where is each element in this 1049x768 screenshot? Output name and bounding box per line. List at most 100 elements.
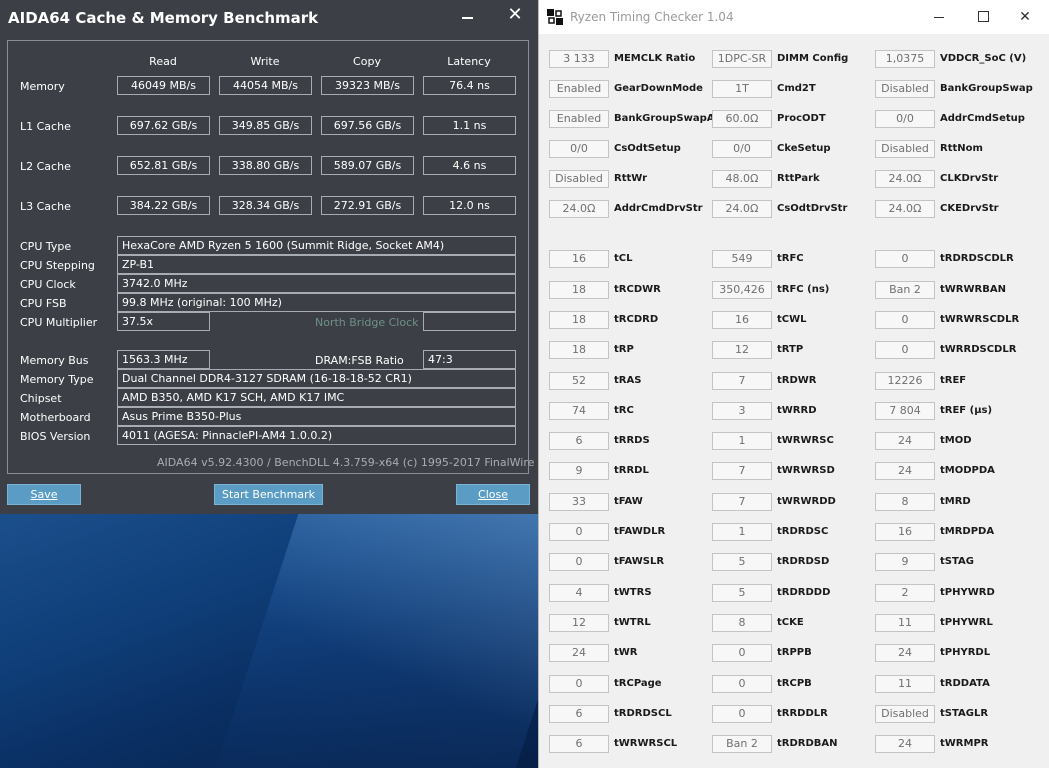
timing-value-twrrd: 3: [712, 402, 772, 420]
timing-value-tras: 52: [549, 372, 609, 390]
timing-label-trrds: tRRDS: [614, 435, 650, 446]
timing-label-trrddlr: tRRDDLR: [777, 708, 828, 719]
memory-read-value: 46049 MB/s: [117, 76, 210, 95]
save-button[interactable]: Save: [7, 484, 81, 505]
timing-label-trdrdscl: tRDRDSCL: [614, 708, 672, 719]
timing-value-tcl: 16: [549, 250, 609, 268]
timing-value-memclk-ratio: 3 133: [549, 50, 609, 68]
timing-label-trp: tRP: [614, 344, 634, 355]
timing-label-tmrd: tMRD: [940, 496, 971, 507]
timing-label-twtrl: tWTRL: [614, 617, 651, 628]
timing-label-twrwrsc: tWRWRSC: [777, 435, 834, 446]
timing-label-trcpb: tRCPB: [777, 678, 812, 689]
timing-value-trdrddd: 5: [712, 584, 772, 602]
timing-value-rttpark: 48.0Ω: [712, 170, 772, 188]
timing-value-tstag: 9: [875, 553, 935, 571]
dram-fsb-ratio-label: DRAM:FSB Ratio: [315, 354, 404, 367]
close-button[interactable]: Close: [456, 484, 530, 505]
timing-label-tphywrl: tPHYWRL: [940, 617, 993, 628]
timing-label-tmod: tMOD: [940, 435, 972, 446]
timing-label-addrcmddrvstr: AddrCmdDrvStr: [614, 203, 703, 214]
desktop-wallpaper: [0, 512, 540, 768]
rtc-maximize-icon[interactable]: [973, 8, 993, 26]
timing-value-trcpage: 0: [549, 675, 609, 693]
timing-label-tstaglr: tSTAGLR: [940, 708, 989, 719]
timing-label-tcwl: tCWL: [777, 314, 807, 325]
timing-value-tphywrd: 2: [875, 584, 935, 602]
timing-label-procodt: ProcODT: [777, 113, 826, 124]
memory-write-value: 44054 MB/s: [219, 76, 312, 95]
column-header-write: Write: [250, 55, 280, 68]
timing-value-trdrdscl: 6: [549, 705, 609, 723]
l3-read-value: 384.22 GB/s: [117, 196, 210, 215]
save-button-label: Save: [30, 488, 58, 501]
timing-label-trfc-ns: tRFC (ns): [777, 284, 830, 295]
timing-value-trdwr: 7: [712, 372, 772, 390]
timing-value-ckedrvstr: 24.0Ω: [875, 200, 935, 218]
timing-value-tphyrdl: 24: [875, 644, 935, 662]
timing-value-dimm-config: 1DPC-SR: [712, 50, 772, 68]
timing-value-tfawdlr: 0: [549, 523, 609, 541]
timing-value-twrwrsc: 1: [712, 432, 772, 450]
timing-label-rttpark: RttPark: [777, 173, 820, 184]
motherboard-value: Asus Prime B350-Plus: [117, 407, 516, 426]
timing-value-csodtdrvstr: 24.0Ω: [712, 200, 772, 218]
cpu-stepping-value: ZP-B1: [117, 255, 516, 274]
aida64-close-icon[interactable]: ✕: [506, 6, 524, 24]
row-label-memory: Memory: [20, 80, 65, 93]
timing-label-trcdwr: tRCDWR: [614, 284, 661, 295]
timing-label-trcdrd: tRCDRD: [614, 314, 659, 325]
rtc-window-title: Ryzen Timing Checker 1.04: [570, 10, 734, 24]
timing-value-twtrl: 12: [549, 614, 609, 632]
cpu-fsb-label: CPU FSB: [20, 297, 67, 310]
timing-label-rttnom: RttNom: [940, 143, 983, 154]
rtc-close-icon[interactable]: ✕: [1015, 8, 1035, 26]
l1-latency-value: 1.1 ns: [423, 116, 516, 135]
l3-write-value: 328.34 GB/s: [219, 196, 312, 215]
rtc-titlebar[interactable]: Ryzen Timing Checker 1.04 ✕: [539, 0, 1049, 34]
dram-fsb-ratio-value: 47:3: [423, 350, 516, 369]
timing-label-csodtdrvstr: CsOdtDrvStr: [777, 203, 848, 214]
timing-label-tmrdpda: tMRDPDA: [940, 526, 995, 537]
l2-read-value: 652.81 GB/s: [117, 156, 210, 175]
cpu-stepping-label: CPU Stepping: [20, 259, 95, 272]
cpu-type-value: HexaCore AMD Ryzen 5 1600 (Summit Ridge,…: [117, 236, 516, 255]
start-benchmark-button[interactable]: Start Benchmark: [214, 484, 323, 505]
timing-label-twrwrscdlr: tWRWRSCDLR: [940, 314, 1020, 325]
aida64-minimize-icon[interactable]: [460, 8, 476, 24]
timing-value-trcpb: 0: [712, 675, 772, 693]
bios-version-label: BIOS Version: [20, 430, 91, 443]
timing-label-tphywrd: tPHYWRD: [940, 587, 995, 598]
timing-label-trddata: tRDDATA: [940, 678, 990, 689]
timing-value-addrcmddrvstr: 24.0Ω: [549, 200, 609, 218]
aida64-window-title: AIDA64 Cache & Memory Benchmark: [8, 9, 319, 27]
timing-value-tfaw: 33: [549, 493, 609, 511]
timing-value-tfawslr: 0: [549, 553, 609, 571]
timing-label-trdrddd: tRDRDDD: [777, 587, 831, 598]
cpu-fsb-value: 99.8 MHz (original: 100 MHz): [117, 293, 516, 312]
aida64-titlebar[interactable]: AIDA64 Cache & Memory Benchmark ✕: [0, 0, 540, 36]
timing-label-twr: tWR: [614, 647, 638, 658]
timing-label-twrwrdd: tWRWRDD: [777, 496, 836, 507]
timing-label-twtrs: tWTRS: [614, 587, 652, 598]
l3-copy-value: 272.91 GB/s: [321, 196, 414, 215]
timing-value-trdrdsc: 1: [712, 523, 772, 541]
timing-label-trppb: tRPPB: [777, 647, 812, 658]
aida64-copyright-footer: AIDA64 v5.92.4300 / BenchDLL 4.3.759-x64…: [157, 456, 559, 469]
rtc-minimize-icon[interactable]: [929, 8, 949, 26]
timing-value-tmodpda: 24: [875, 462, 935, 480]
l1-copy-value: 697.56 GB/s: [321, 116, 414, 135]
timing-value-tref-s: 7 804: [875, 402, 935, 420]
timing-label-twrrd: tWRRD: [777, 405, 817, 416]
timing-value-bankgroupswapalt: Enabled: [549, 110, 609, 128]
timing-label-twrrdscdlr: tWRRDSCDLR: [940, 344, 1017, 355]
row-label-l2-cache: L2 Cache: [20, 160, 71, 173]
timing-label-trdrdban: tRDRDBAN: [777, 738, 838, 749]
chipset-label: Chipset: [20, 392, 62, 405]
timing-label-tfawdlr: tFAWDLR: [614, 526, 666, 537]
timing-label-tmodpda: tMODPDA: [940, 465, 995, 476]
timing-label-addrcmdsetup: AddrCmdSetup: [940, 113, 1025, 124]
l1-write-value: 349.85 GB/s: [219, 116, 312, 135]
motherboard-label: Motherboard: [20, 411, 91, 424]
timing-value-tphywrl: 11: [875, 614, 935, 632]
